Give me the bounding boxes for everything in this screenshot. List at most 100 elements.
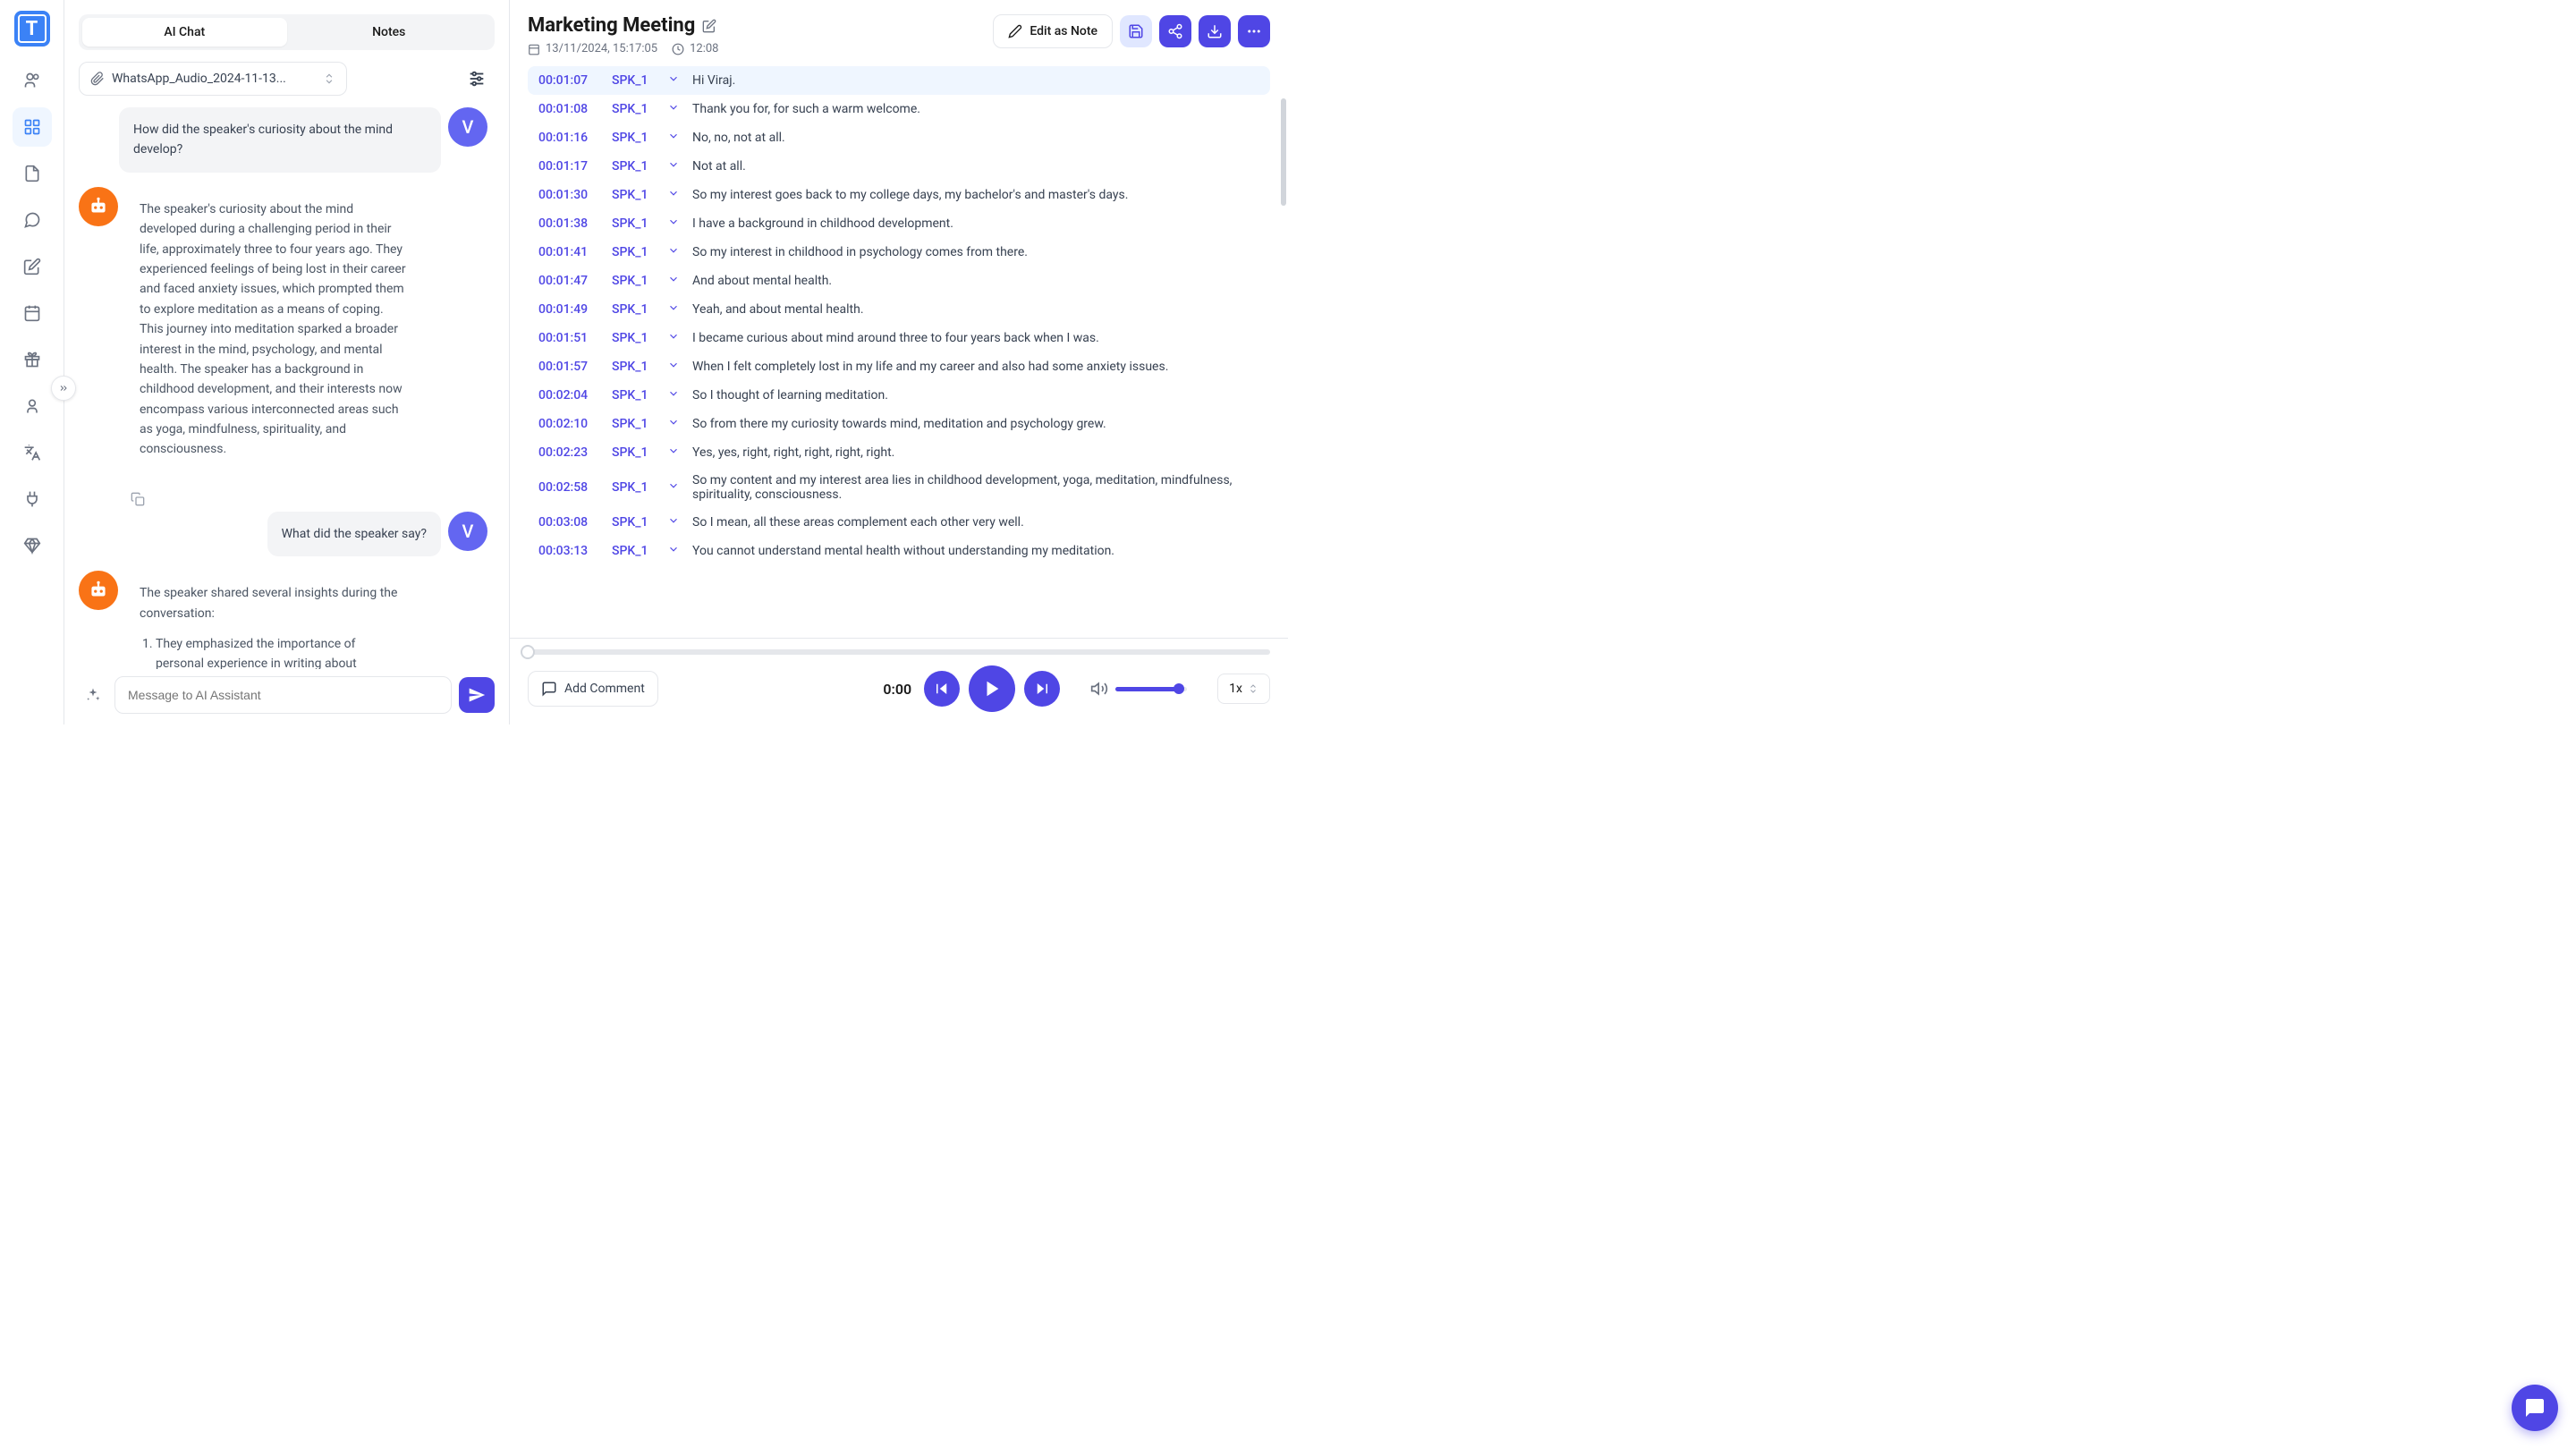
transcript-speaker[interactable]: SPK_1 — [612, 131, 657, 145]
transcript-row[interactable]: 00:02:04SPK_1So I thought of learning me… — [528, 381, 1270, 410]
nav-chat-icon[interactable] — [13, 200, 52, 240]
chevron-down-icon[interactable] — [667, 479, 682, 496]
chevron-down-icon[interactable] — [667, 330, 682, 346]
nav-dashboard-icon[interactable] — [13, 107, 52, 147]
transcript-row[interactable]: 00:01:51SPK_1I became curious about mind… — [528, 324, 1270, 352]
next-button[interactable] — [1024, 671, 1060, 707]
app-logo[interactable]: T — [14, 11, 50, 47]
nav-user-icon[interactable] — [13, 386, 52, 426]
tab-ai-chat[interactable]: AI Chat — [82, 18, 287, 47]
transcript-time[interactable]: 00:01:38 — [538, 216, 601, 231]
expand-sidebar-button[interactable] — [51, 376, 76, 401]
chevron-down-icon[interactable] — [667, 543, 682, 559]
transcript-time[interactable]: 00:01:47 — [538, 274, 601, 288]
copy-button[interactable] — [125, 487, 150, 512]
chevron-down-icon[interactable] — [667, 445, 682, 461]
transcript-time[interactable]: 00:01:41 — [538, 245, 601, 259]
transcript-row[interactable]: 00:01:47SPK_1And about mental health. — [528, 267, 1270, 295]
download-button[interactable] — [1199, 15, 1231, 47]
chevron-down-icon[interactable] — [667, 273, 682, 289]
transcript-time[interactable]: 00:03:13 — [538, 544, 601, 558]
transcript-time[interactable]: 00:01:08 — [538, 102, 601, 116]
nav-plug-icon[interactable] — [13, 479, 52, 519]
chevron-down-icon[interactable] — [667, 514, 682, 530]
chevron-down-icon[interactable] — [667, 359, 682, 375]
audio-file-dropdown[interactable]: WhatsApp_Audio_2024-11-13... — [79, 62, 347, 96]
transcript-time[interactable]: 00:01:16 — [538, 131, 601, 145]
chevron-down-icon[interactable] — [667, 101, 682, 117]
chevron-down-icon[interactable] — [667, 244, 682, 260]
speed-dropdown[interactable]: 1x — [1217, 674, 1270, 704]
transcript-speaker[interactable]: SPK_1 — [612, 274, 657, 288]
transcript-time[interactable]: 00:01:57 — [538, 360, 601, 374]
transcript-speaker[interactable]: SPK_1 — [612, 188, 657, 202]
chevron-down-icon[interactable] — [667, 216, 682, 232]
transcript-time[interactable]: 00:02:58 — [538, 480, 601, 495]
transcript-row[interactable]: 00:01:30SPK_1So my interest goes back to… — [528, 181, 1270, 209]
chevron-down-icon[interactable] — [667, 416, 682, 432]
transcript-speaker[interactable]: SPK_1 — [612, 331, 657, 345]
chevron-down-icon[interactable] — [667, 301, 682, 318]
scrollbar[interactable] — [1281, 98, 1286, 206]
transcript-row[interactable]: 00:02:58SPK_1So my content and my intere… — [528, 467, 1270, 508]
transcript-speaker[interactable]: SPK_1 — [612, 388, 657, 402]
transcript-row[interactable]: 00:01:17SPK_1Not at all. — [528, 152, 1270, 181]
transcript-time[interactable]: 00:01:07 — [538, 73, 601, 88]
transcript-row[interactable]: 00:01:49SPK_1Yeah, and about mental heal… — [528, 295, 1270, 324]
transcript-row[interactable]: 00:01:57SPK_1When I felt completely lost… — [528, 352, 1270, 381]
chat-fab[interactable] — [2512, 1385, 2558, 1431]
nav-diamond-icon[interactable] — [13, 526, 52, 565]
transcript-row[interactable]: 00:03:08SPK_1So I mean, all these areas … — [528, 508, 1270, 537]
transcript-speaker[interactable]: SPK_1 — [612, 159, 657, 174]
chevron-down-icon[interactable] — [667, 158, 682, 174]
transcript-time[interactable]: 00:01:49 — [538, 302, 601, 317]
transcript-speaker[interactable]: SPK_1 — [612, 73, 657, 88]
transcript-speaker[interactable]: SPK_1 — [612, 480, 657, 495]
add-comment-button[interactable]: Add Comment — [528, 671, 658, 707]
save-button[interactable] — [1120, 15, 1152, 47]
nav-calendar-icon[interactable] — [13, 293, 52, 333]
play-button[interactable] — [969, 665, 1015, 712]
transcript-time[interactable]: 00:01:30 — [538, 188, 601, 202]
volume-icon[interactable] — [1090, 680, 1108, 698]
volume-slider[interactable] — [1115, 687, 1187, 691]
transcript-time[interactable]: 00:02:10 — [538, 417, 601, 431]
transcript-time[interactable]: 00:02:04 — [538, 388, 601, 402]
progress-bar[interactable] — [528, 649, 1270, 655]
chevron-down-icon[interactable] — [667, 130, 682, 146]
nav-gift-icon[interactable] — [13, 340, 52, 379]
transcript-row[interactable]: 00:02:10SPK_1So from there my curiosity … — [528, 410, 1270, 438]
transcript-speaker[interactable]: SPK_1 — [612, 102, 657, 116]
transcript-row[interactable]: 00:02:23SPK_1Yes, yes, right, right, rig… — [528, 438, 1270, 467]
more-button[interactable] — [1238, 15, 1270, 47]
transcript-time[interactable]: 00:03:08 — [538, 515, 601, 530]
transcript-row[interactable]: 00:01:08SPK_1Thank you for, for such a w… — [528, 95, 1270, 123]
transcript-speaker[interactable]: SPK_1 — [612, 515, 657, 530]
nav-people-icon[interactable] — [13, 61, 52, 100]
edit-as-note-button[interactable]: Edit as Note — [993, 14, 1113, 48]
transcript-row[interactable]: 00:01:41SPK_1So my interest in childhood… — [528, 238, 1270, 267]
transcript-row[interactable]: 00:01:07SPK_1Hi Viraj. — [528, 66, 1270, 95]
transcript-time[interactable]: 00:01:17 — [538, 159, 601, 174]
send-button[interactable] — [459, 677, 495, 713]
filter-settings-button[interactable] — [459, 61, 495, 97]
nav-translate-icon[interactable] — [13, 433, 52, 472]
prev-button[interactable] — [924, 671, 960, 707]
transcript-speaker[interactable]: SPK_1 — [612, 302, 657, 317]
transcript-row[interactable]: 00:01:16SPK_1No, no, not at all. — [528, 123, 1270, 152]
transcript-time[interactable]: 00:01:51 — [538, 331, 601, 345]
tab-notes[interactable]: Notes — [287, 18, 492, 47]
chevron-down-icon[interactable] — [667, 387, 682, 403]
chevron-down-icon[interactable] — [667, 72, 682, 89]
transcript-speaker[interactable]: SPK_1 — [612, 360, 657, 374]
share-button[interactable] — [1159, 15, 1191, 47]
transcript-speaker[interactable]: SPK_1 — [612, 417, 657, 431]
edit-title-icon[interactable] — [702, 19, 716, 33]
transcript-time[interactable]: 00:02:23 — [538, 445, 601, 460]
nav-edit-icon[interactable] — [13, 247, 52, 286]
transcript-row[interactable]: 00:03:13SPK_1You cannot understand menta… — [528, 537, 1270, 565]
transcript-row[interactable]: 00:01:38SPK_1I have a background in chil… — [528, 209, 1270, 238]
progress-handle[interactable] — [521, 645, 535, 659]
transcript-speaker[interactable]: SPK_1 — [612, 245, 657, 259]
transcript-speaker[interactable]: SPK_1 — [612, 216, 657, 231]
